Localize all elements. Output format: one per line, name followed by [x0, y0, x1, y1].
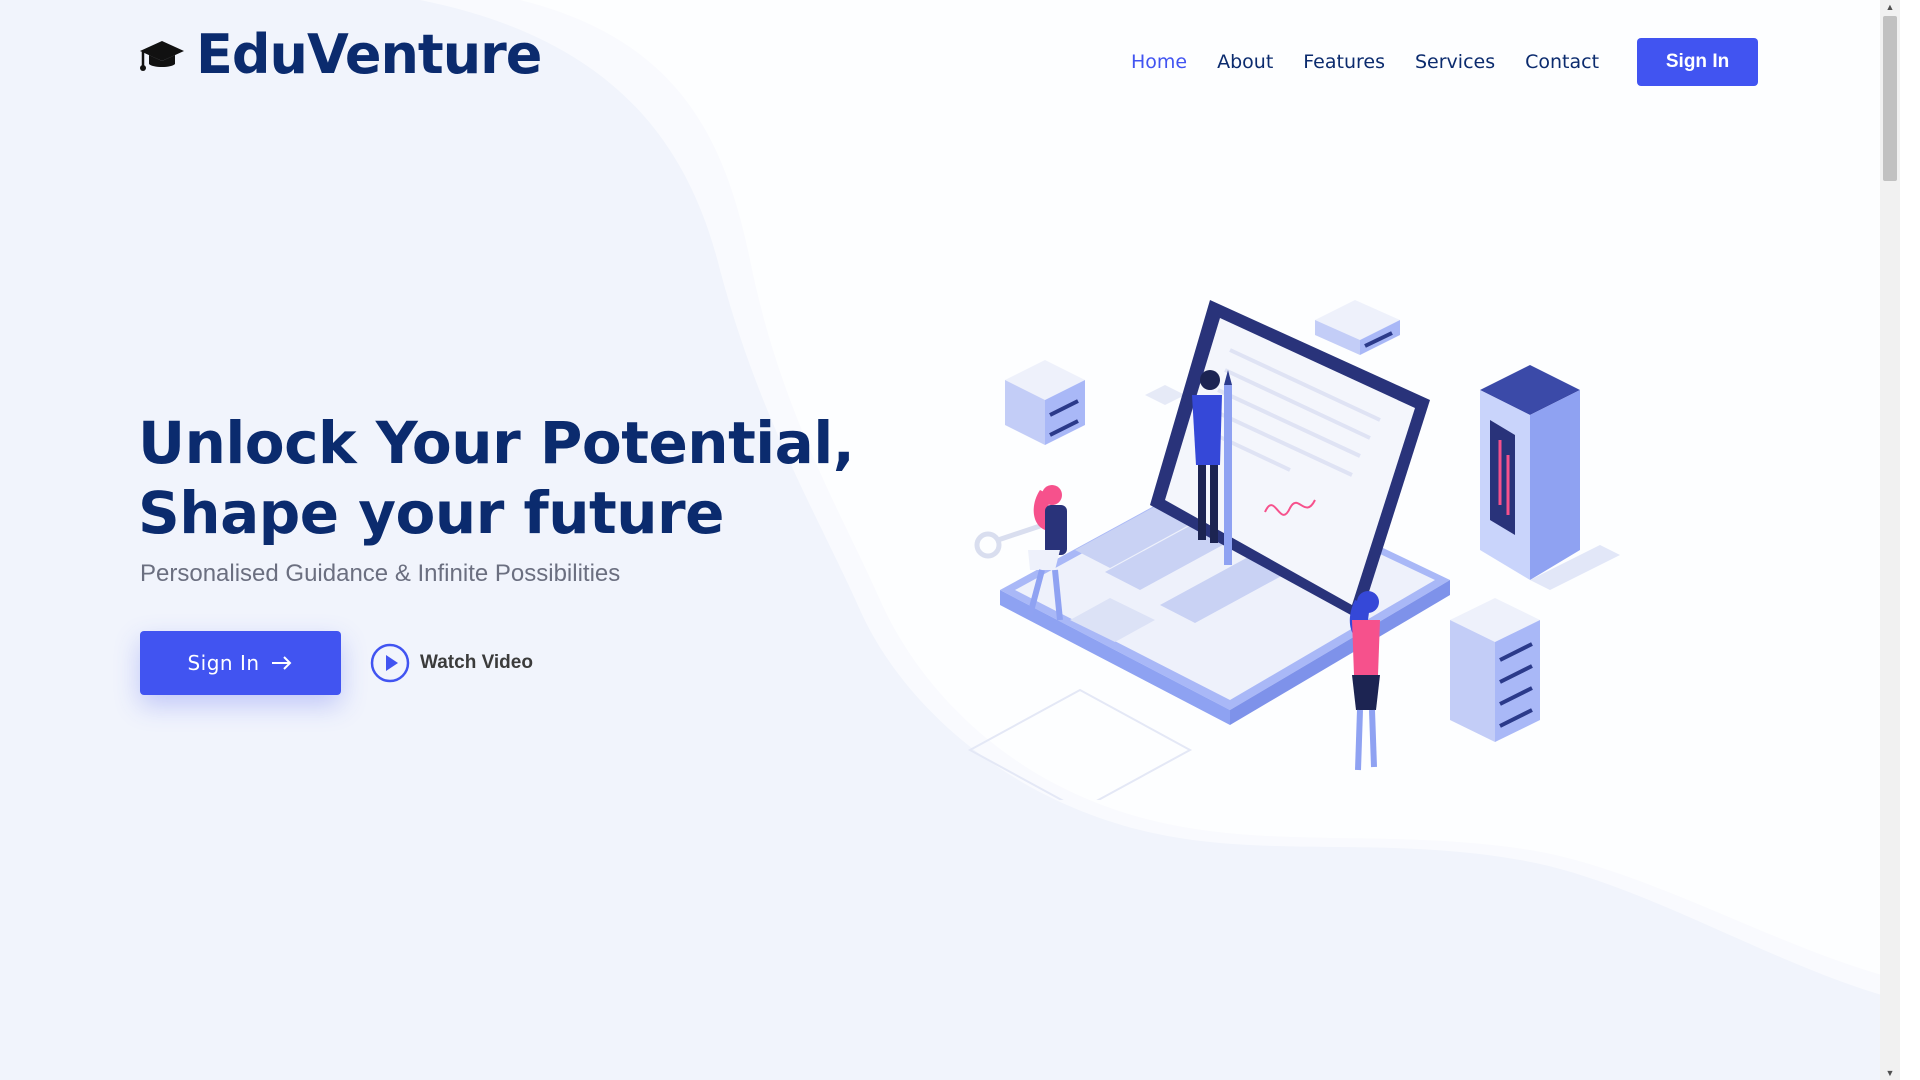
- hero-title: Unlock Your Potential, Shape your future: [138, 408, 855, 548]
- play-circle-icon: [370, 643, 410, 683]
- vertical-scrollbar[interactable]: ▲ ▼: [1880, 0, 1900, 1080]
- scrollbar-thumb[interactable]: [1883, 16, 1897, 181]
- isometric-laptop-illustration: [967, 300, 1620, 800]
- brand-logo[interactable]: EduVenture: [138, 23, 542, 86]
- scroll-down-arrow-icon[interactable]: ▼: [1880, 1066, 1900, 1080]
- nav-sign-in-button[interactable]: Sign In: [1637, 38, 1759, 86]
- hero-sign-in-label: Sign In: [187, 651, 260, 675]
- nav-services-link[interactable]: Services: [1415, 38, 1495, 86]
- scroll-up-arrow-icon[interactable]: ▲: [1880, 0, 1900, 14]
- hero-subtitle: Personalised Guidance & Infinite Possibi…: [140, 560, 621, 587]
- watch-video-button[interactable]: Watch Video: [370, 643, 533, 683]
- nav-contact-link[interactable]: Contact: [1525, 38, 1599, 86]
- hero-sign-in-button[interactable]: Sign In: [140, 631, 341, 695]
- landing-page: EduVenture Home About Features Services …: [0, 0, 1900, 1080]
- brand-name: EduVenture: [196, 23, 542, 86]
- nav-about-link[interactable]: About: [1217, 38, 1273, 86]
- main-nav: Home About Features Services Contact Sig…: [1131, 38, 1759, 86]
- hero-title-line-2: Shape your future: [138, 479, 724, 547]
- nav-home-link[interactable]: Home: [1131, 38, 1187, 86]
- hero-title-line-1: Unlock Your Potential,: [138, 409, 855, 477]
- graduation-cap-icon: [140, 41, 184, 71]
- watch-video-label: Watch Video: [420, 652, 533, 673]
- arrow-right-icon: [271, 656, 291, 670]
- nav-features-link[interactable]: Features: [1303, 38, 1385, 86]
